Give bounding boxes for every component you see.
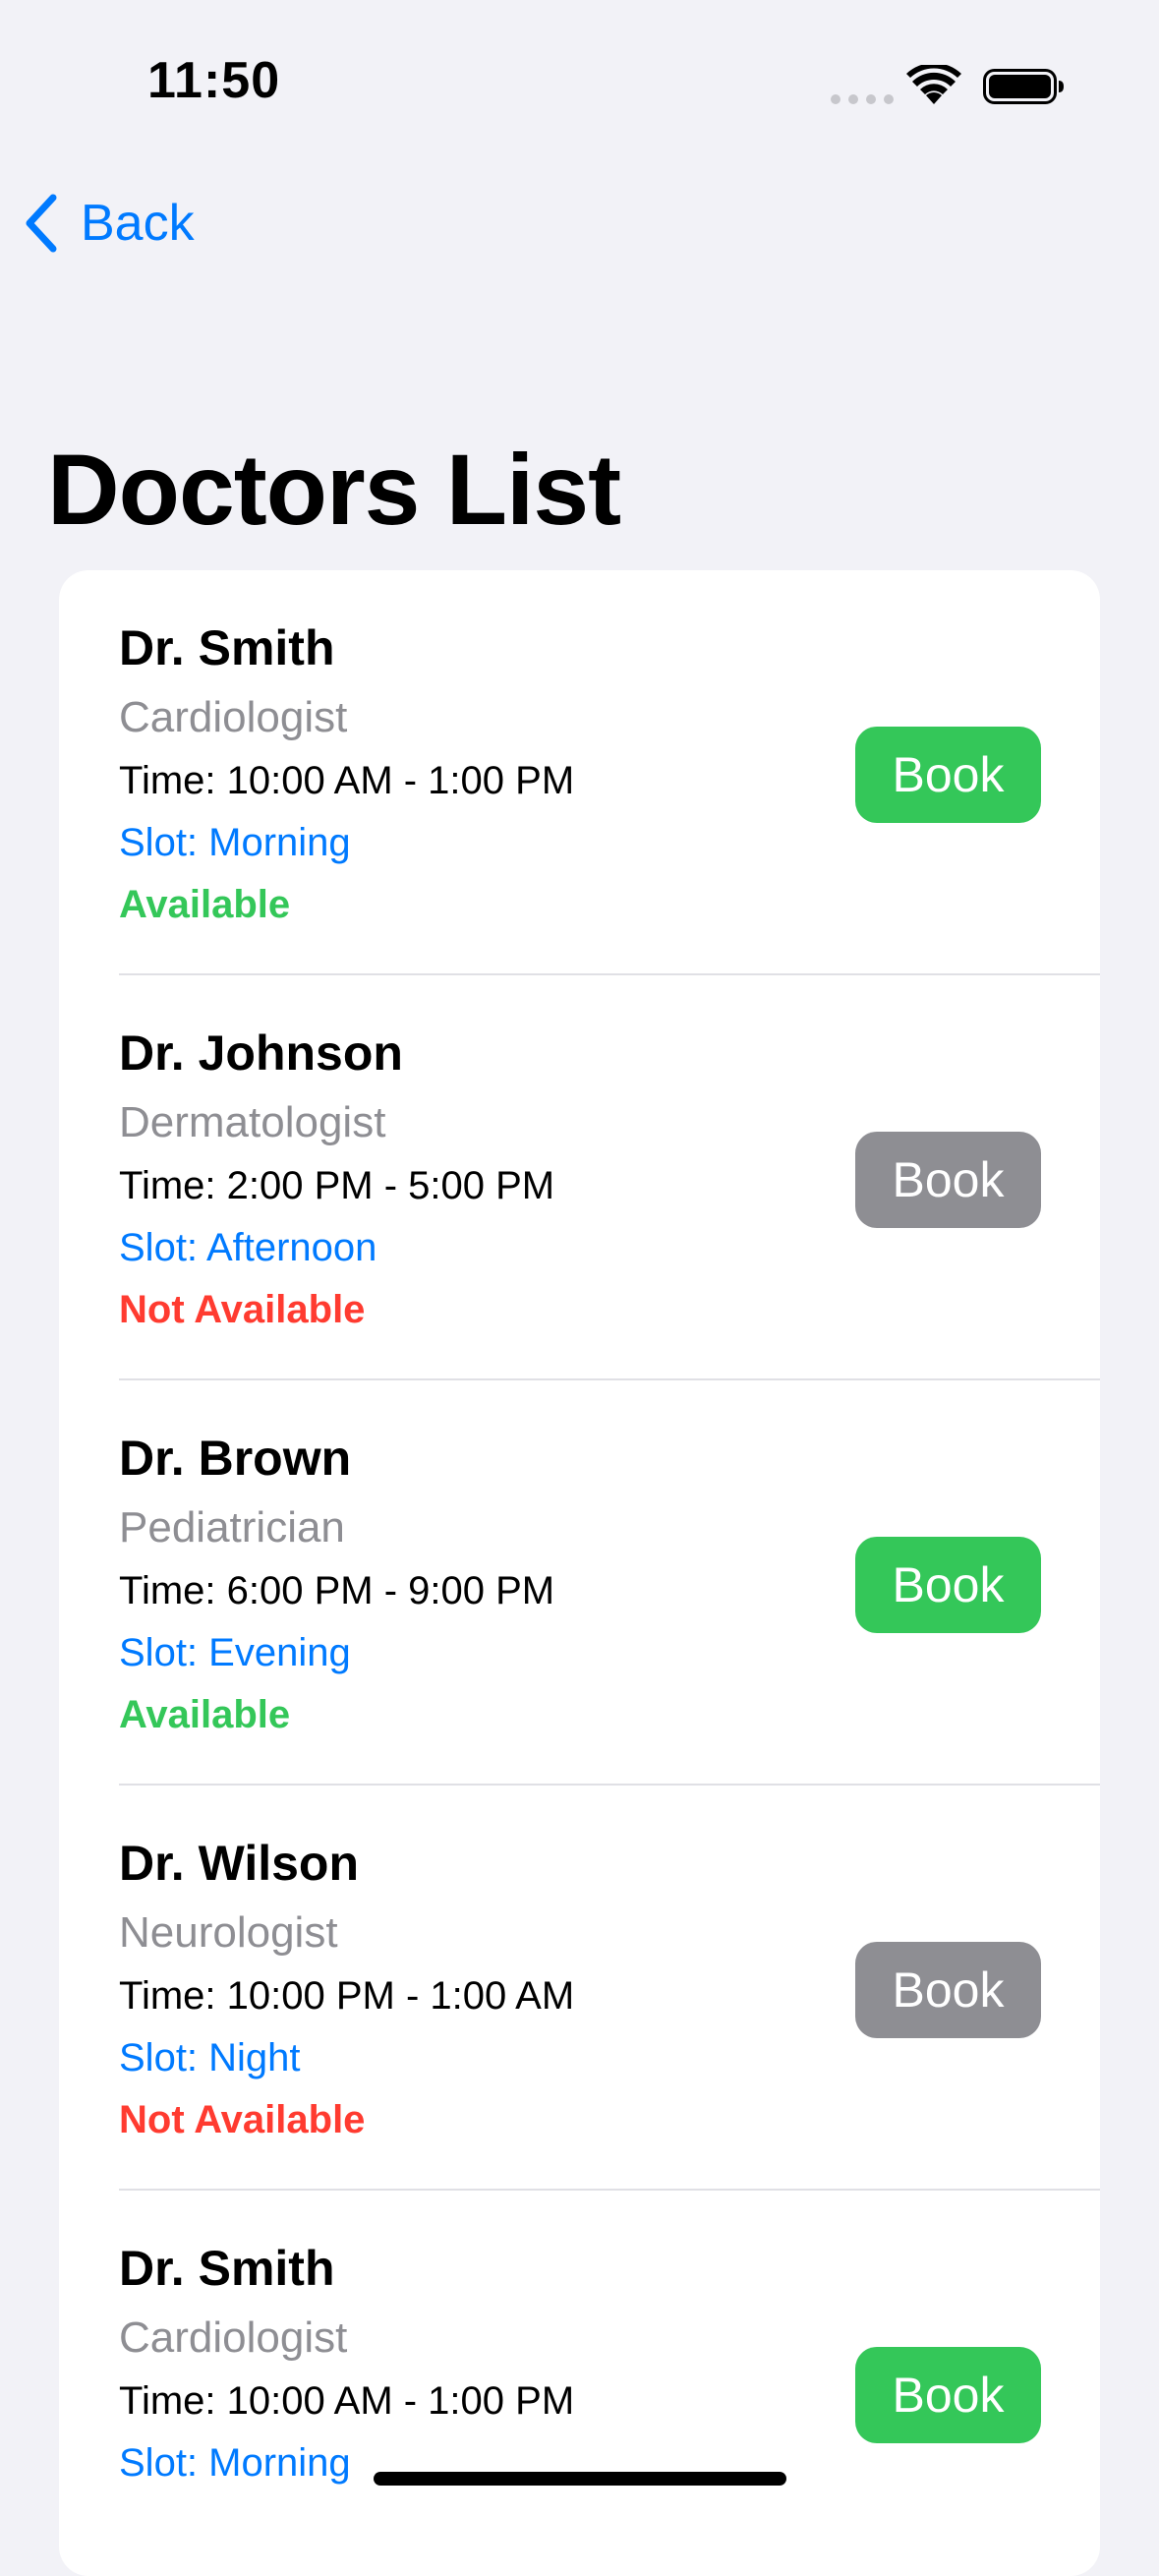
doctor-specialty: Neurologist	[119, 1908, 338, 1957]
availability-status: Not Available	[119, 2098, 366, 2141]
chevron-left-icon	[26, 194, 57, 253]
status-bar: 11:50	[0, 0, 1159, 147]
doctor-row: Dr. Smith Cardiologist Time: 10:00 AM - …	[59, 570, 1100, 975]
book-button[interactable]: Book	[855, 2347, 1041, 2443]
book-button[interactable]: Book	[855, 1537, 1041, 1633]
doctor-time: Time: 10:00 PM - 1:00 AM	[119, 1974, 575, 2018]
doctor-row: Dr. Johnson Dermatologist Time: 2:00 PM …	[59, 975, 1100, 1380]
doctor-slot: Slot: Afternoon	[119, 1226, 377, 1269]
doctor-slot: Slot: Morning	[119, 821, 351, 864]
doctor-name: Dr. Johnson	[119, 1025, 403, 1081]
doctor-time: Time: 10:00 AM - 1:00 PM	[119, 2379, 575, 2423]
back-button[interactable]: Back	[24, 189, 195, 258]
doctor-time: Time: 6:00 PM - 9:00 PM	[119, 1569, 555, 1612]
doctors-list: Dr. Smith Cardiologist Time: 10:00 AM - …	[59, 570, 1100, 2576]
doctor-specialty: Cardiologist	[119, 693, 348, 741]
doctor-name: Dr. Smith	[119, 2241, 335, 2296]
doctor-name: Dr. Wilson	[119, 1836, 360, 1891]
doctor-specialty: Cardiologist	[119, 2313, 348, 2362]
book-button[interactable]: Book	[855, 727, 1041, 823]
home-indicator	[374, 2472, 786, 2486]
status-time: 11:50	[147, 52, 281, 109]
doctor-slot: Slot: Evening	[119, 1631, 351, 1674]
battery-icon	[983, 69, 1064, 104]
doctor-row: Dr. Smith Cardiologist Time: 10:00 AM - …	[59, 2191, 1100, 2576]
doctor-row: Dr. Brown Pediatrician Time: 6:00 PM - 9…	[59, 1380, 1100, 1786]
book-button[interactable]: Book	[855, 1942, 1041, 2038]
doctor-time: Time: 2:00 PM - 5:00 PM	[119, 1164, 555, 1207]
doctor-name: Dr. Brown	[119, 1431, 352, 1486]
doctor-slot: Slot: Morning	[119, 2441, 351, 2485]
doctor-slot: Slot: Night	[119, 2036, 301, 2079]
back-label: Back	[81, 195, 195, 252]
cellular-signal-icon	[831, 94, 894, 104]
book-button[interactable]: Book	[855, 1132, 1041, 1228]
doctor-specialty: Dermatologist	[119, 1098, 386, 1146]
doctor-row: Dr. Wilson Neurologist Time: 10:00 PM - …	[59, 1786, 1100, 2191]
doctor-name: Dr. Smith	[119, 620, 335, 675]
availability-status: Not Available	[119, 1288, 366, 1331]
wifi-icon	[906, 65, 961, 104]
page-title: Doctors List	[47, 434, 621, 546]
availability-status: Available	[119, 1693, 291, 1736]
availability-status: Available	[119, 883, 291, 926]
doctor-specialty: Pediatrician	[119, 1503, 345, 1551]
doctor-time: Time: 10:00 AM - 1:00 PM	[119, 759, 575, 802]
